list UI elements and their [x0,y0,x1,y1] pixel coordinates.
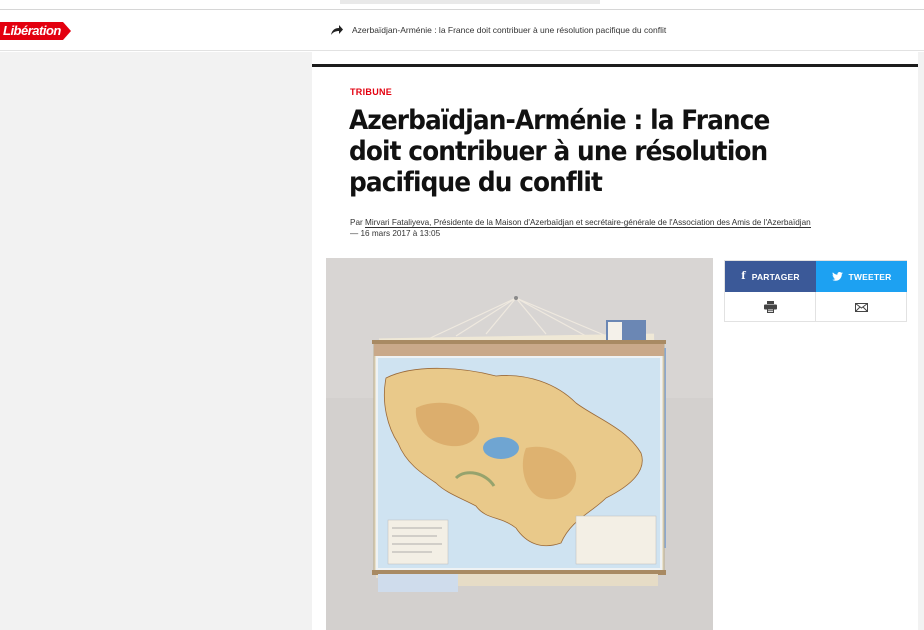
left-gutter [0,52,312,630]
article-byline: Par Mirvari Fataliyeva, Présidente de la… [350,217,905,228]
print-button[interactable] [725,292,816,322]
article-title: Azerbaïdjan-Arménie : la France doit con… [349,105,770,198]
print-icon [763,301,777,313]
browser-top-strip [0,0,924,10]
byline-author[interactable]: Mirvari Fataliyeva, Présidente de la Mai… [365,218,811,228]
facebook-share-label: PARTAGER [751,271,800,282]
share-box: f PARTAGER TWEETER [724,260,907,322]
article-date: — 16 mars 2017 à 13:05 [350,229,441,238]
twitter-share-button[interactable]: TWEETER [816,261,907,292]
mail-button[interactable] [816,292,907,322]
site-header: Libération Azerbaïdjan-Arménie : la Fran… [0,10,924,51]
top-strip-fade [340,0,600,4]
facebook-icon: f [741,271,746,282]
logo-arrow-icon [62,22,71,40]
liberation-logo[interactable]: Libération [0,20,71,42]
facebook-share-button[interactable]: f PARTAGER [725,261,816,292]
byline-prefix: Par [350,218,366,227]
right-gutter [918,52,924,630]
article-container: TRIBUNE Azerbaïdjan-Arménie : la France … [312,64,918,630]
mail-icon [855,302,868,312]
article-photo [326,258,713,630]
header-article-title[interactable]: Azerbaïdjan-Arménie : la France doit con… [352,24,666,36]
map-photo-illustration [326,258,713,630]
article-rubric[interactable]: TRIBUNE [350,87,392,97]
twitter-icon [831,272,843,281]
twitter-share-label: TWEETER [848,271,892,282]
logo-text: Libération [0,22,63,40]
share-arrow-icon[interactable] [330,24,344,36]
